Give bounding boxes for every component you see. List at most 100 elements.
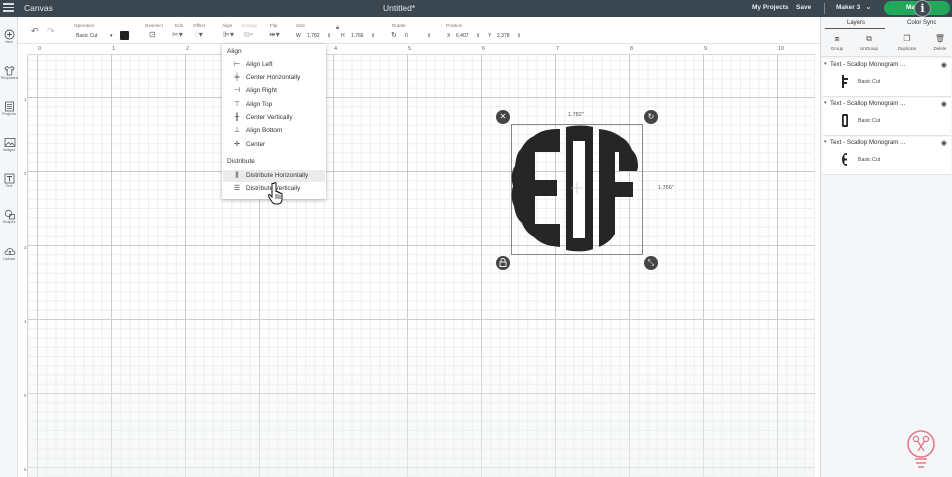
monogram-letter-f[interactable] xyxy=(599,129,638,247)
pos-x-label: X xyxy=(447,33,451,39)
canvas-shade xyxy=(28,300,815,477)
pos-y-input[interactable]: 2.378 xyxy=(497,33,510,39)
monogram-letter-d[interactable] xyxy=(566,125,593,252)
deselect-icon[interactable]: ⊡ xyxy=(149,30,156,39)
sidebar-item-new[interactable]: New xyxy=(0,29,18,44)
menu-item-align-right[interactable]: ⊣ Align Right xyxy=(223,85,325,97)
trash-icon: 🗑︎ xyxy=(934,34,946,43)
caret-down-icon[interactable]: ▾ xyxy=(824,61,827,67)
ruler-tick-label: 6 xyxy=(482,46,486,52)
layer-item[interactable]: ▾ Text - Scallop Monogram ... ◉ Basic Cu… xyxy=(823,59,951,97)
text-icon xyxy=(4,173,15,184)
size-h-input[interactable]: 1.766 xyxy=(351,33,364,39)
ruler-tick-label: 10 xyxy=(778,46,785,52)
rotate-handle[interactable]: ↻ xyxy=(644,110,658,124)
menu-item-align-left[interactable]: ⊢ Align Left xyxy=(223,59,325,71)
arrange-icon[interactable]: ⧉▾ xyxy=(244,30,253,40)
rotate-label: Rotate xyxy=(392,23,406,28)
center-vertical-icon: ╫ xyxy=(234,114,240,121)
stepper-icon[interactable]: ⇕ xyxy=(517,33,521,39)
save-button[interactable]: Save xyxy=(796,4,811,11)
resize-handle[interactable]: ⤡ xyxy=(644,256,658,270)
action-label: Group xyxy=(830,46,844,51)
machine-selector[interactable]: Maker 3 xyxy=(836,4,860,11)
caret-down-icon[interactable]: ▾ xyxy=(824,100,827,106)
sidebar-item-templates[interactable]: Templates xyxy=(0,65,18,80)
sidebar-item-shapes[interactable]: Shapes xyxy=(0,209,18,224)
align-icon[interactable]: ⊫▾ xyxy=(223,30,234,39)
flip-label: Flip xyxy=(270,23,278,28)
arrange-label: Arrange xyxy=(241,23,258,28)
ruler-tick-label: 5 xyxy=(408,46,412,52)
action-label: Delete xyxy=(933,46,947,51)
sidebar-item-images[interactable]: Images xyxy=(0,137,18,152)
flip-icon[interactable]: ⇹▾ xyxy=(269,30,280,39)
lock-handle[interactable] xyxy=(496,256,510,270)
ungroup-button[interactable]: ⧉ UnGroup xyxy=(854,33,884,51)
my-projects-link[interactable]: My Projects xyxy=(752,4,789,11)
delete-button[interactable]: 🗑︎ Delete xyxy=(925,33,952,51)
ruler-tick-label: 8 xyxy=(630,46,634,52)
caret-down-icon[interactable]: ▾ xyxy=(824,139,827,145)
align-right-icon: ⊣ xyxy=(233,87,241,94)
size-w-input[interactable]: 1.782 xyxy=(307,33,320,39)
sidebar-item-upload[interactable]: Upload xyxy=(0,246,18,261)
layers-panel: Layers Color Sync ⧈ Group ⧉ UnGroup ❐ Du… xyxy=(820,17,952,477)
ruler-tick-label: 2 xyxy=(186,46,190,52)
left-sidebar: New Templates Projects Images Text Shape… xyxy=(0,17,18,477)
stepper-icon[interactable]: ⇕ xyxy=(327,33,331,39)
redo-icon[interactable]: ↷ xyxy=(47,26,55,37)
ruler-tick-label: 1 xyxy=(24,97,27,102)
menu-item-center-horizontally[interactable]: ╪ Center Horizontally xyxy=(223,72,325,84)
chevron-down-icon[interactable]: ▾ xyxy=(110,33,113,39)
sidebar-item-projects[interactable]: Projects xyxy=(0,101,18,116)
pos-x-input[interactable]: 6.407 xyxy=(456,33,469,39)
chevron-down-icon[interactable]: ⌄ xyxy=(865,2,872,11)
hamburger-menu-icon[interactable] xyxy=(3,3,14,13)
stepper-icon[interactable]: ⇕ xyxy=(371,33,375,39)
menu-item-align-top[interactable]: ⊤ Align Top xyxy=(223,99,325,111)
duplicate-icon: ❐ xyxy=(903,34,911,43)
sidebar-item-label: Upload xyxy=(2,257,16,261)
stepper-icon[interactable]: ⇕ xyxy=(476,33,480,39)
stepper-icon[interactable]: ⇕ xyxy=(427,33,431,39)
layer-operation: Basic Cut xyxy=(858,157,881,163)
ungroup-icon: ⧉ xyxy=(866,34,872,43)
undo-icon[interactable]: ↶ xyxy=(31,26,39,37)
duplicate-button[interactable]: ❐ Duplicate xyxy=(892,33,922,51)
grid-icon xyxy=(4,101,15,112)
distribute-vertical-icon: ☰ xyxy=(233,185,241,192)
group-button[interactable]: ⧈ Group xyxy=(822,33,852,51)
color-swatch[interactable] xyxy=(120,31,129,40)
layer-item[interactable]: ▾ Text - Scallop Monogram ... ◉ Basic Cu… xyxy=(823,98,951,136)
menu-item-center[interactable]: ✛ Center xyxy=(223,139,325,151)
eye-icon[interactable]: ◉ xyxy=(941,100,947,108)
info-icon[interactable]: i xyxy=(914,0,931,17)
tab-layers[interactable]: Layers xyxy=(847,20,865,26)
offset-icon[interactable]: ◌▾ xyxy=(194,30,203,39)
menu-item-align-bottom[interactable]: ⊥ Align Bottom xyxy=(223,125,325,137)
eye-icon[interactable]: ◉ xyxy=(941,139,947,147)
scallop-monogram-graphic[interactable] xyxy=(511,124,643,255)
panel-tabs: Layers Color Sync xyxy=(821,17,952,30)
action-label: Duplicate xyxy=(897,46,917,51)
operation-select[interactable]: Basic Cut xyxy=(76,33,97,39)
height-dimension-label: 1.766" xyxy=(658,185,674,191)
monogram-letter-e[interactable] xyxy=(511,129,560,247)
pos-y-label: Y xyxy=(488,33,492,39)
lightbulb-scissors-logo xyxy=(907,430,935,468)
sidebar-item-label: New xyxy=(5,40,13,44)
layer-item[interactable]: ▾ Text - Scallop Monogram ... ◉ Basic Cu… xyxy=(823,137,951,175)
rotate-input[interactable]: 0 xyxy=(405,33,408,39)
menu-item-label: Align Left xyxy=(246,61,273,68)
edit-icon[interactable]: ✂▾ xyxy=(172,30,183,39)
delete-handle[interactable]: ✕ xyxy=(496,110,510,124)
tab-color-sync[interactable]: Color Sync xyxy=(907,20,936,26)
menu-item-center-vertically[interactable]: ╫ Center Vertically xyxy=(223,112,325,124)
sidebar-item-text[interactable]: Text xyxy=(0,173,18,188)
rotate-icon: ↻ xyxy=(391,32,397,39)
distribute-horizontal-icon: ⫼ xyxy=(235,172,239,179)
lock-ratio-icon[interactable]: 🔒︎ xyxy=(336,25,339,32)
sidebar-item-label: Text xyxy=(5,184,13,188)
eye-icon[interactable]: ◉ xyxy=(941,61,947,69)
